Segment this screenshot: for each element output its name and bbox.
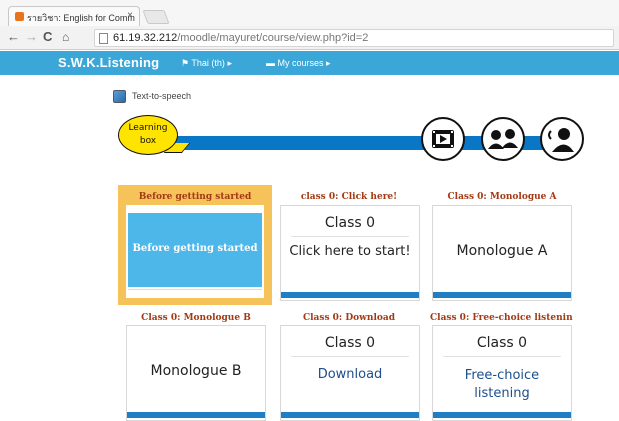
card-title: Class 0: Download — [302, 313, 396, 323]
card-main-label: Monologue B — [150, 363, 242, 379]
class-label: Class 0 — [324, 215, 376, 231]
card-title: class 0: Click here! — [300, 192, 398, 202]
divider — [291, 236, 409, 237]
card-title: Class 0: Monologue B — [141, 313, 251, 323]
card-stripe — [127, 412, 265, 418]
tts-label: Text-to-speech — [132, 91, 192, 101]
divider — [291, 356, 409, 357]
card-main-label: Click here to start! — [289, 244, 411, 259]
learning-box-bubble: Learning box — [118, 115, 178, 155]
bubble-line1: Learning — [128, 123, 168, 133]
speech-icon — [113, 90, 126, 103]
language-menu[interactable]: ⚑ Thai (th) ▸ — [181, 58, 232, 69]
site-navbar: S.W.K.Listening ⚑ Thai (th) ▸ ▬ My cours… — [0, 51, 619, 75]
page-icon — [99, 33, 108, 44]
new-tab-button[interactable] — [142, 10, 170, 24]
browser-toolbar: ← → C ⌂ 61.19.32.212/moodle/mayuret/cour… — [0, 26, 619, 50]
courses-icon: ▬ — [266, 58, 275, 68]
caret-right-icon: ▸ — [326, 58, 331, 68]
video-icon[interactable] — [421, 117, 465, 161]
card-main-line2: listening — [474, 386, 530, 401]
card-main-line1: Free-choice — [464, 368, 540, 383]
card-body: Before getting started — [126, 205, 264, 298]
site-brand-link[interactable]: S.W.K.Listening — [58, 55, 159, 70]
browser-window: รายวิชา: English for Comm × ← → C ⌂ 61.1… — [0, 0, 619, 421]
card-title: Before getting started — [138, 192, 252, 202]
divider — [128, 289, 262, 290]
moodle-favicon-icon — [15, 12, 24, 21]
highlighted-card[interactable]: Before getting started Before getting st… — [118, 185, 272, 305]
card-main-label: Download — [317, 367, 383, 382]
click-here-card[interactable]: Class 0 Click here to start! — [280, 205, 420, 301]
browser-tab[interactable]: รายวิชา: English for Comm × — [8, 6, 140, 26]
card-main-label: Monologue A — [456, 243, 548, 259]
flag-icon: ⚑ — [181, 58, 190, 68]
card-stripe — [281, 412, 419, 418]
tab-title: รายวิชา: English for Comm — [27, 13, 135, 23]
my-courses-label: My courses — [277, 58, 324, 68]
address-bar[interactable]: 61.19.32.212/moodle/mayuret/course/view.… — [94, 29, 614, 47]
card-title: Class 0: Free-choice listenin — [430, 313, 573, 323]
url-host: 61.19.32.212 — [113, 32, 178, 44]
conversation-icon[interactable] — [481, 117, 525, 161]
home-icon[interactable]: ⌂ — [62, 30, 69, 44]
card-stripe — [281, 292, 419, 298]
close-icon[interactable]: × — [127, 10, 133, 21]
class-label: Class 0 — [324, 335, 376, 351]
reload-icon[interactable]: C — [43, 30, 52, 44]
card-stripe — [433, 292, 571, 298]
card-title: Class 0: Monologue A — [447, 192, 557, 202]
divider — [443, 356, 561, 357]
class-label: Class 0 — [476, 335, 528, 351]
caret-right-icon: ▸ — [227, 58, 232, 68]
bubble-line2: box — [139, 136, 157, 146]
forward-arrow-icon[interactable]: → — [25, 30, 38, 44]
monologue-a-card[interactable]: Monologue A — [432, 205, 572, 301]
learning-box-banner: Learning box — [116, 113, 584, 163]
tab-strip: รายวิชา: English for Comm × — [0, 0, 619, 26]
free-choice-card[interactable]: Class 0 Free-choice listening — [432, 325, 572, 421]
card-main-label: Before getting started — [128, 213, 262, 287]
monologue-b-card[interactable]: Monologue B — [126, 325, 266, 421]
speaker-icon[interactable] — [540, 117, 584, 161]
download-card[interactable]: Class 0 Download — [280, 325, 420, 421]
language-label: Thai (th) — [191, 58, 225, 68]
card-stripe — [433, 412, 571, 418]
back-arrow-icon[interactable]: ← — [7, 30, 20, 44]
my-courses-menu[interactable]: ▬ My courses ▸ — [266, 58, 331, 69]
text-to-speech-link[interactable]: Text-to-speech — [113, 90, 192, 103]
url-path: /moodle/mayuret/course/view.php?id=2 — [177, 32, 369, 44]
